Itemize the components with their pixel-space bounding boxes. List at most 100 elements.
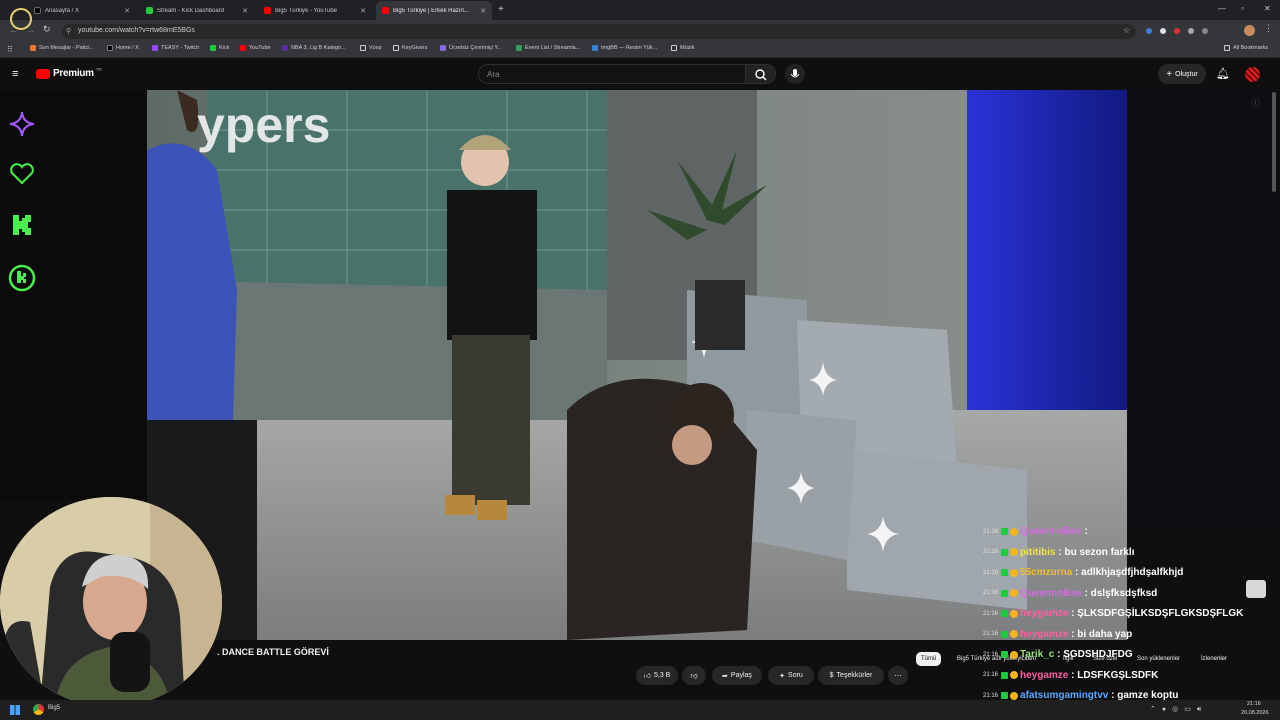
notifications-bell-icon[interactable]: 🔔︎ (1216, 67, 1230, 80)
close-tab-icon[interactable]: ✕ (358, 7, 368, 15)
tab-youtube-channel[interactable]: Big5 Türkiye - YouTube ✕ (258, 1, 372, 20)
chrome-taskbar-icon[interactable] (33, 704, 44, 715)
ask-button[interactable]: ✦ Soru (768, 666, 814, 685)
scrollbar[interactable] (1272, 92, 1276, 192)
heart-icon (10, 163, 34, 185)
chat-message: 21:16 QueennnBee : (983, 526, 1091, 537)
bookmark[interactable]: TEASY - Twitch (152, 45, 199, 51)
kick-badge-icon (1001, 692, 1009, 699)
tray-icons[interactable]: ⌃●◎▭🔊︎ (1150, 705, 1207, 714)
bookmark[interactable]: Son Mesajlar - Patici... (30, 45, 94, 51)
create-button[interactable]: + Oluştur (1158, 64, 1206, 84)
new-tab-button[interactable]: + (498, 4, 504, 15)
youtube-icon (264, 7, 271, 14)
chat-text: LDSFKGŞLSDFK (1077, 669, 1159, 681)
thumbs-down-icon: 👎︎ (690, 673, 698, 680)
close-tab-icon[interactable]: ✕ (478, 7, 488, 15)
chat-message: 21:16 heygamze : ŞLKSDFGŞİLKSDŞFLGKSDŞFLG… (983, 608, 1243, 619)
bookmark[interactable]: NBA 3. Lig B Katego... (282, 45, 346, 51)
bookmark[interactable]: YouTube (240, 45, 271, 51)
chat-timestamp: 21:16 (983, 569, 999, 576)
bookmark[interactable]: Event List / Streamla... (516, 45, 580, 51)
chat-message: 21:16 heygamze : LDSFKGŞLSDFK (983, 670, 1158, 681)
chat-username: 55cmzurna (1020, 567, 1073, 578)
chat-message: 21:16 pititibis : bu sezon farklı (983, 547, 1134, 558)
chat-toggle-icon[interactable] (1246, 580, 1266, 598)
chat-username: heygamze (1020, 608, 1069, 619)
chat-text: dslşfksdşfksd (1090, 587, 1158, 599)
kick-logo-icon (13, 215, 31, 235)
bookmark[interactable]: Kick (210, 45, 229, 51)
subscriber-badge-icon (1010, 589, 1019, 597)
subscriber-badge-icon (1010, 609, 1019, 618)
search-input[interactable]: Ara (478, 64, 746, 84)
all-bookmarks[interactable]: All Bookmarks (1224, 45, 1268, 51)
search-button[interactable] (746, 64, 776, 84)
minimize-button[interactable]: — (1218, 4, 1226, 13)
share-button[interactable]: ➦ Paylaş (712, 666, 762, 685)
close-window-button[interactable]: ✕ (1264, 4, 1271, 13)
windows-start-icon[interactable] (10, 705, 20, 715)
kick-badge-icon (1001, 671, 1009, 679)
chat-separator: : (1068, 608, 1078, 619)
subscriber-badge-icon (1010, 568, 1019, 577)
profile-avatar[interactable] (1244, 25, 1255, 36)
close-tab-icon[interactable]: ✕ (240, 7, 250, 15)
profile-circle-icon[interactable] (10, 8, 32, 30)
chat-message: 21:16 55cmzurna : adlkhjaşdfjhdşalfkhjd (983, 567, 1183, 578)
webcam-feed (0, 497, 222, 707)
right-panel: ⓘ (1127, 90, 1280, 530)
chat-separator: : (1068, 628, 1078, 640)
browser-tab-strip: Anasayfa / X ✕ Stream - Kick Dashboard ✕… (0, 0, 1280, 30)
extensions-icons[interactable] (1146, 25, 1236, 37)
bookmark[interactable]: ImgBB — Resim Yük... (592, 45, 657, 51)
bookmark[interactable]: Ücretsiz Çevrimiçi Y... (440, 45, 502, 51)
bookmark-folder[interactable]: Müzik (671, 45, 694, 51)
clock-time: 21:16 (1247, 701, 1261, 707)
info-icon[interactable]: ⓘ (1251, 96, 1260, 109)
dislike-button[interactable]: 👎︎ (682, 666, 706, 685)
taskbar-app-label[interactable]: Big5 (48, 705, 60, 711)
chat-timestamp: 21:16 (983, 610, 999, 617)
like-button[interactable]: 👍︎ 5,3 B (636, 666, 678, 685)
kick-badge-icon (1001, 548, 1009, 556)
site-info-icon[interactable]: ⚲ (66, 27, 71, 35)
chip-all[interactable]: Tümü (916, 652, 942, 666)
kick-badge-icon (1001, 569, 1009, 576)
apps-grid-icon[interactable]: ⠿ (7, 45, 13, 54)
tab-kick-dashboard[interactable]: Stream - Kick Dashboard ✕ (140, 1, 254, 20)
chat-username: QueennnBee (1020, 587, 1082, 599)
url-text: youtube.com/watch?v=rtw68mE5BGs (78, 27, 195, 34)
bookmark-folder[interactable]: KeyGivers (393, 45, 427, 51)
subscriber-badge-icon (1010, 671, 1019, 679)
subscriber-badge-icon (1010, 630, 1019, 638)
menu-kebab-icon[interactable]: ⋮ (1264, 23, 1273, 34)
kick-badge-icon (1001, 610, 1009, 617)
kick-badge-icon (1001, 630, 1009, 638)
bookmark-star-icon[interactable]: ☆ (1123, 26, 1130, 35)
address-bar[interactable]: ⚲ youtube.com/watch?v=rtw68mE5BGs ☆ (62, 24, 1136, 39)
close-tab-icon[interactable]: ✕ (122, 7, 132, 15)
chat-separator: : (1055, 546, 1065, 558)
kick-badge-icon (1001, 589, 1009, 597)
bookmark-folder[interactable]: Vcep (360, 45, 382, 51)
chat-text: bu sezon farklı (1064, 546, 1135, 558)
hamburger-menu-icon[interactable]: ≡ (12, 68, 18, 80)
reload-icon[interactable]: ↻ (43, 24, 51, 35)
chat-timestamp: 21:16 (983, 528, 999, 535)
chat-message: 21:16 Tarik_c : SGDSHDJFDG (983, 649, 1133, 660)
chat-separator: : (1072, 567, 1082, 578)
chat-separator: : (1081, 587, 1091, 599)
chat-text: SGDSHDJFDG (1063, 649, 1133, 660)
more-actions-button[interactable]: ⋯ (888, 666, 908, 685)
chat-timestamp: 21:16 (983, 590, 999, 596)
voice-search-button[interactable] (785, 64, 805, 84)
tab-x[interactable]: Anasayfa / X ✕ (28, 1, 136, 20)
tab-youtube-video[interactable]: Big5 Türkiye | Erkek Hazırl... ✕ (376, 1, 492, 20)
thanks-button[interactable]: $ Teşekkürler (818, 666, 884, 685)
restore-button[interactable]: ▫ (1241, 4, 1244, 13)
channel-avatar[interactable] (1245, 67, 1260, 82)
bookmark[interactable]: Home / X (107, 45, 139, 51)
streamer-webcam (0, 497, 222, 707)
youtube-logo[interactable]: Premium TR (36, 67, 102, 79)
